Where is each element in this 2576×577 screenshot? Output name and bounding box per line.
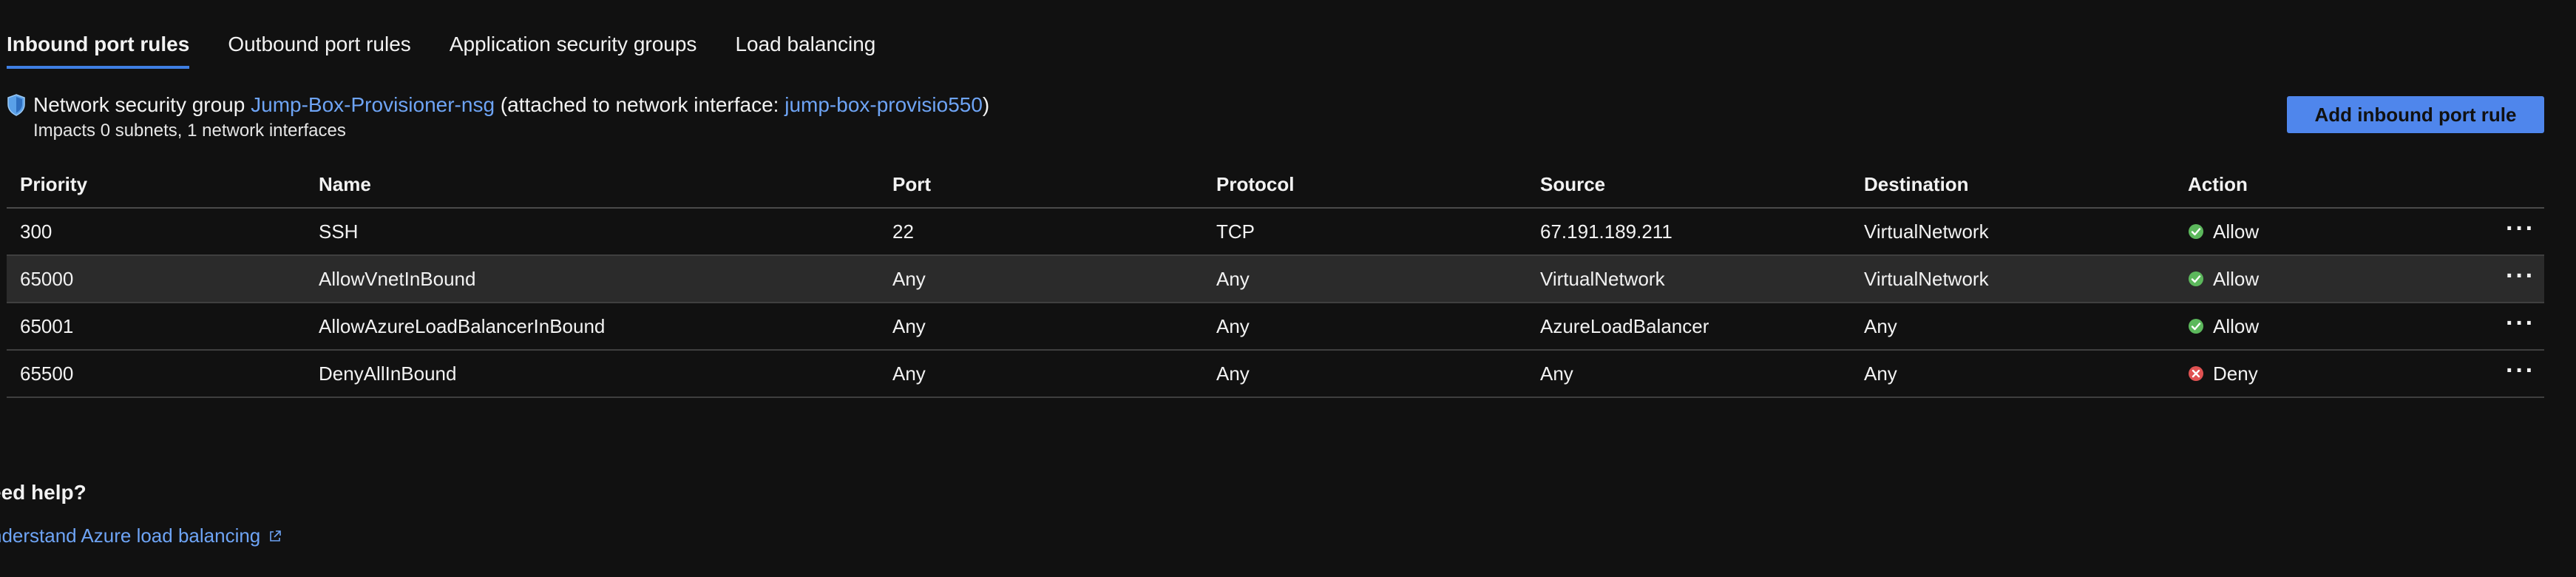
cell-action: Allow bbox=[2188, 315, 2259, 338]
nsg-info: Network security group Jump-Box-Provisio… bbox=[7, 92, 989, 144]
cell-action: Allow bbox=[2188, 220, 2259, 243]
column-header-action[interactable]: Action bbox=[2188, 173, 2248, 196]
inbound-rules-page: Inbound port rules Outbound port rules A… bbox=[0, 0, 2576, 577]
cell-port: 22 bbox=[892, 220, 914, 243]
cell-name: SSH bbox=[319, 220, 359, 243]
table-header: Priority Name Port Protocol Source Desti… bbox=[7, 161, 2544, 209]
add-inbound-port-rule-button[interactable]: Add inbound port rule bbox=[2287, 96, 2544, 133]
column-header-port[interactable]: Port bbox=[892, 173, 931, 196]
cell-priority: 65500 bbox=[20, 362, 74, 385]
cell-protocol: TCP bbox=[1216, 220, 1255, 243]
action-label: Allow bbox=[2213, 314, 2260, 337]
external-link-icon bbox=[270, 530, 282, 541]
cell-priority: 300 bbox=[20, 220, 52, 243]
cell-protocol: Any bbox=[1216, 362, 1250, 385]
help-link-label: nderstand Azure load balancing bbox=[0, 524, 261, 547]
cell-source: VirtualNetwork bbox=[1540, 267, 1665, 290]
column-header-protocol[interactable]: Protocol bbox=[1216, 173, 1294, 196]
tab-application-security-groups[interactable]: Application security groups bbox=[450, 33, 697, 69]
inbound-rules-table: Priority Name Port Protocol Source Desti… bbox=[7, 161, 2544, 398]
tab-bar: Inbound port rules Outbound port rules A… bbox=[7, 33, 914, 69]
row-more-options-button[interactable]: ··· bbox=[2506, 309, 2535, 338]
cell-destination: VirtualNetwork bbox=[1864, 267, 1989, 290]
table-row[interactable]: 65500 DenyAllInBound Any Any Any Any Den… bbox=[7, 351, 2544, 398]
nsg-impacts-text: Impacts 0 subnets, 1 network interfaces bbox=[33, 121, 346, 141]
x-circle-icon bbox=[2189, 366, 2203, 381]
cell-destination: Any bbox=[1864, 362, 1897, 385]
tab-load-balancing[interactable]: Load balancing bbox=[735, 33, 875, 69]
check-circle-icon bbox=[2189, 319, 2203, 334]
cell-name: DenyAllInBound bbox=[319, 362, 457, 385]
network-interface-link[interactable]: jump-box-provisio550 bbox=[784, 92, 983, 118]
table-row[interactable]: 65000 AllowVnetInBound Any Any VirtualNe… bbox=[7, 256, 2544, 303]
tab-inbound-port-rules[interactable]: Inbound port rules bbox=[7, 33, 190, 69]
column-header-name[interactable]: Name bbox=[319, 173, 371, 196]
cell-port: Any bbox=[892, 362, 926, 385]
nsg-name-link[interactable]: Jump-Box-Provisioner-nsg bbox=[251, 92, 495, 118]
cell-name: AllowVnetInBound bbox=[319, 267, 476, 290]
action-label: Allow bbox=[2213, 220, 2260, 243]
row-more-options-button[interactable]: ··· bbox=[2506, 215, 2535, 243]
need-help-heading: eed help? bbox=[0, 481, 87, 504]
cell-source: 67.191.189.211 bbox=[1540, 220, 1672, 243]
row-more-options-button[interactable]: ··· bbox=[2506, 357, 2535, 385]
cell-source: Any bbox=[1540, 362, 1573, 385]
table-row[interactable]: 65001 AllowAzureLoadBalancerInBound Any … bbox=[7, 303, 2544, 351]
cell-source: AzureLoadBalancer bbox=[1540, 314, 1709, 337]
action-label: Deny bbox=[2213, 362, 2258, 385]
cell-name: AllowAzureLoadBalancerInBound bbox=[319, 314, 606, 337]
row-more-options-button[interactable]: ··· bbox=[2506, 262, 2535, 291]
cell-protocol: Any bbox=[1216, 314, 1250, 337]
cell-priority: 65001 bbox=[20, 314, 74, 337]
check-circle-icon bbox=[2189, 271, 2203, 286]
table-row[interactable]: 300 SSH 22 TCP 67.191.189.211 VirtualNet… bbox=[7, 209, 2544, 256]
check-circle-icon bbox=[2189, 224, 2203, 239]
cell-destination: Any bbox=[1864, 314, 1897, 337]
cell-protocol: Any bbox=[1216, 267, 1250, 290]
nsg-attached-suffix: ) bbox=[982, 93, 990, 116]
nsg-prefix-text: Network security group bbox=[33, 93, 245, 116]
nsg-attached-text: (attached to network interface: bbox=[500, 93, 779, 116]
column-header-priority[interactable]: Priority bbox=[20, 173, 87, 196]
cell-port: Any bbox=[892, 267, 926, 290]
column-header-destination[interactable]: Destination bbox=[1864, 173, 1969, 196]
shield-icon bbox=[7, 94, 25, 116]
cell-port: Any bbox=[892, 314, 926, 337]
cell-priority: 65000 bbox=[20, 267, 74, 290]
nsg-info-line: Network security group Jump-Box-Provisio… bbox=[7, 92, 989, 118]
understand-load-balancing-link[interactable]: nderstand Azure load balancing bbox=[0, 524, 282, 547]
cell-action: Deny bbox=[2188, 362, 2258, 385]
tab-outbound-port-rules[interactable]: Outbound port rules bbox=[228, 33, 411, 69]
column-header-source[interactable]: Source bbox=[1540, 173, 1605, 196]
cell-action: Allow bbox=[2188, 268, 2259, 291]
cell-destination: VirtualNetwork bbox=[1864, 220, 1989, 243]
action-label: Allow bbox=[2213, 267, 2260, 290]
